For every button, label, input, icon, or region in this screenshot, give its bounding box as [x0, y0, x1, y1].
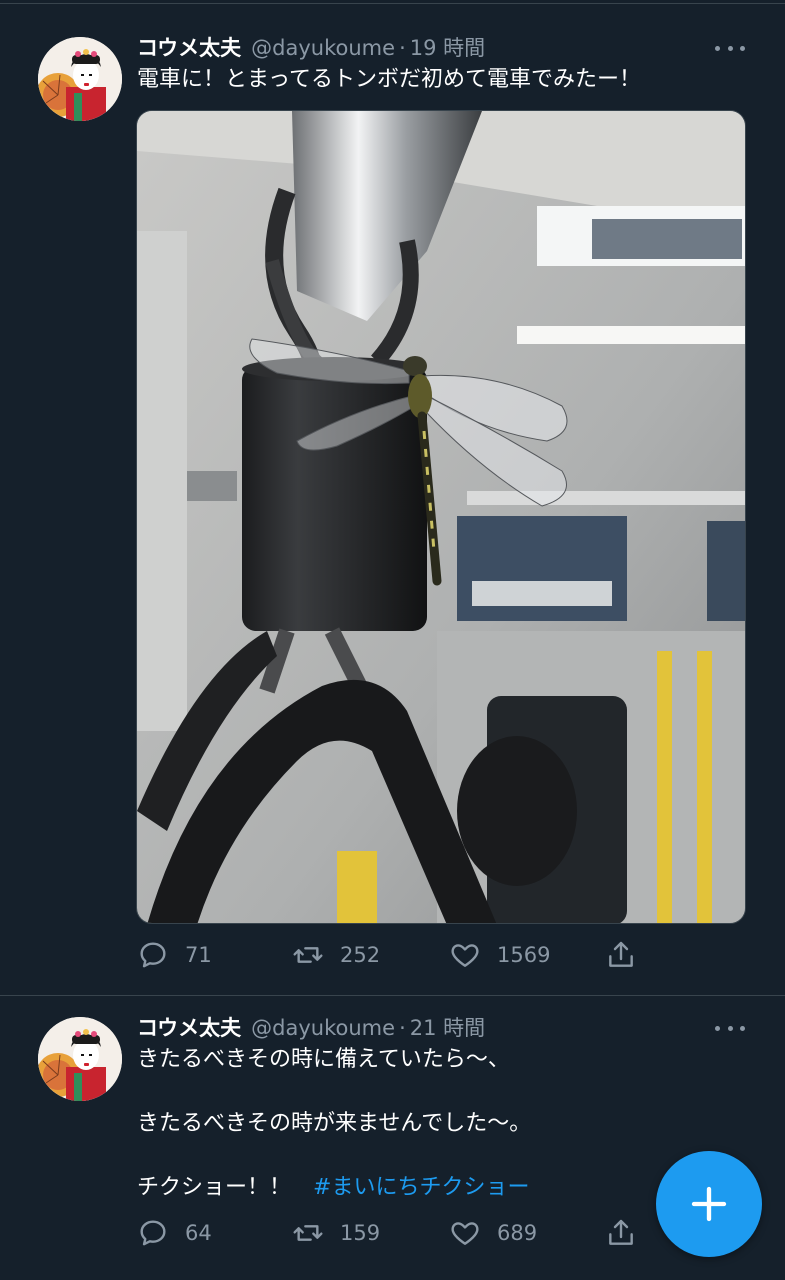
- tweet-text-line: チクショー！！ #まいにちチクショー: [137, 1172, 531, 1204]
- tweet-text: きたるべきその時に備えていたら〜、 きたるべきその時が来ませんでした〜。 チクシ…: [137, 1044, 531, 1204]
- author-name[interactable]: コウメ太夫: [137, 1012, 241, 1042]
- tweet-text-line: 電車に！とまってるトンボだ初めて電車でみたー！: [137, 67, 642, 92]
- tweet-header: コウメ太夫 @dayukoume · 21 時間: [137, 1012, 485, 1042]
- tweet-divider: [0, 995, 785, 996]
- retweet-button[interactable]: 252: [292, 935, 380, 975]
- tweet-text-line: きたるべきその時に備えていたら〜、: [137, 1047, 510, 1072]
- compose-tweet-button[interactable]: [656, 1151, 762, 1257]
- avatar[interactable]: [38, 1017, 122, 1101]
- tweet-actions: 64 159 689: [137, 1213, 657, 1253]
- tweet-header: コウメ太夫 @dayukoume · 19 時間: [137, 32, 485, 62]
- reply-count: 71: [185, 943, 212, 967]
- author-handle[interactable]: @dayukoume: [251, 1016, 395, 1040]
- avatar-image: [38, 1017, 122, 1101]
- tweet-text: 電車に！とまってるトンボだ初めて電車でみたー！: [137, 64, 641, 96]
- like-button[interactable]: 689: [449, 1213, 537, 1253]
- separator-dot: ·: [399, 1016, 406, 1040]
- retweet-button[interactable]: 159: [292, 1213, 380, 1253]
- share-button[interactable]: [605, 935, 637, 975]
- plus-icon: [691, 1186, 727, 1222]
- retweet-icon: [293, 947, 323, 963]
- retweet-icon: [293, 1225, 323, 1241]
- share-icon: [609, 1219, 633, 1245]
- timestamp[interactable]: 19 時間: [410, 32, 485, 62]
- like-count: 1569: [497, 943, 551, 967]
- tweet-text-line: きたるべきその時が来ませんでした〜。: [137, 1111, 532, 1136]
- reply-icon: [140, 1220, 166, 1246]
- share-icon: [609, 941, 633, 967]
- reply-button[interactable]: 64: [137, 1213, 212, 1253]
- author-name[interactable]: コウメ太夫: [137, 32, 241, 62]
- retweet-count: 159: [340, 1221, 381, 1245]
- reply-icon: [140, 942, 166, 968]
- heart-icon: [451, 944, 479, 967]
- share-button[interactable]: [605, 1213, 637, 1253]
- author-handle[interactable]: @dayukoume: [251, 36, 395, 60]
- like-button[interactable]: 1569: [449, 935, 550, 975]
- timestamp[interactable]: 21 時間: [410, 1012, 485, 1042]
- tweet[interactable]: コウメ太夫 @dayukoume · 19 時間 電車に！とまってるトンボだ初め…: [0, 0, 785, 996]
- separator-dot: ·: [399, 36, 406, 60]
- more-icon[interactable]: [715, 1018, 745, 1038]
- more-icon[interactable]: [715, 38, 745, 58]
- hashtag-link[interactable]: #まいにちチクショー: [313, 1175, 529, 1200]
- tweet-photo[interactable]: [136, 110, 746, 924]
- like-count: 689: [497, 1221, 538, 1245]
- avatar[interactable]: [38, 37, 122, 121]
- heart-icon: [451, 1222, 479, 1245]
- dragonfly-photo-image: [137, 111, 745, 923]
- retweet-count: 252: [340, 943, 381, 967]
- tweet-actions: 71 252 1569: [137, 935, 657, 975]
- reply-button[interactable]: 71: [137, 935, 212, 975]
- avatar-image: [38, 37, 122, 121]
- tweet-text-line-content: チクショー！！: [137, 1175, 292, 1200]
- reply-count: 64: [185, 1221, 212, 1245]
